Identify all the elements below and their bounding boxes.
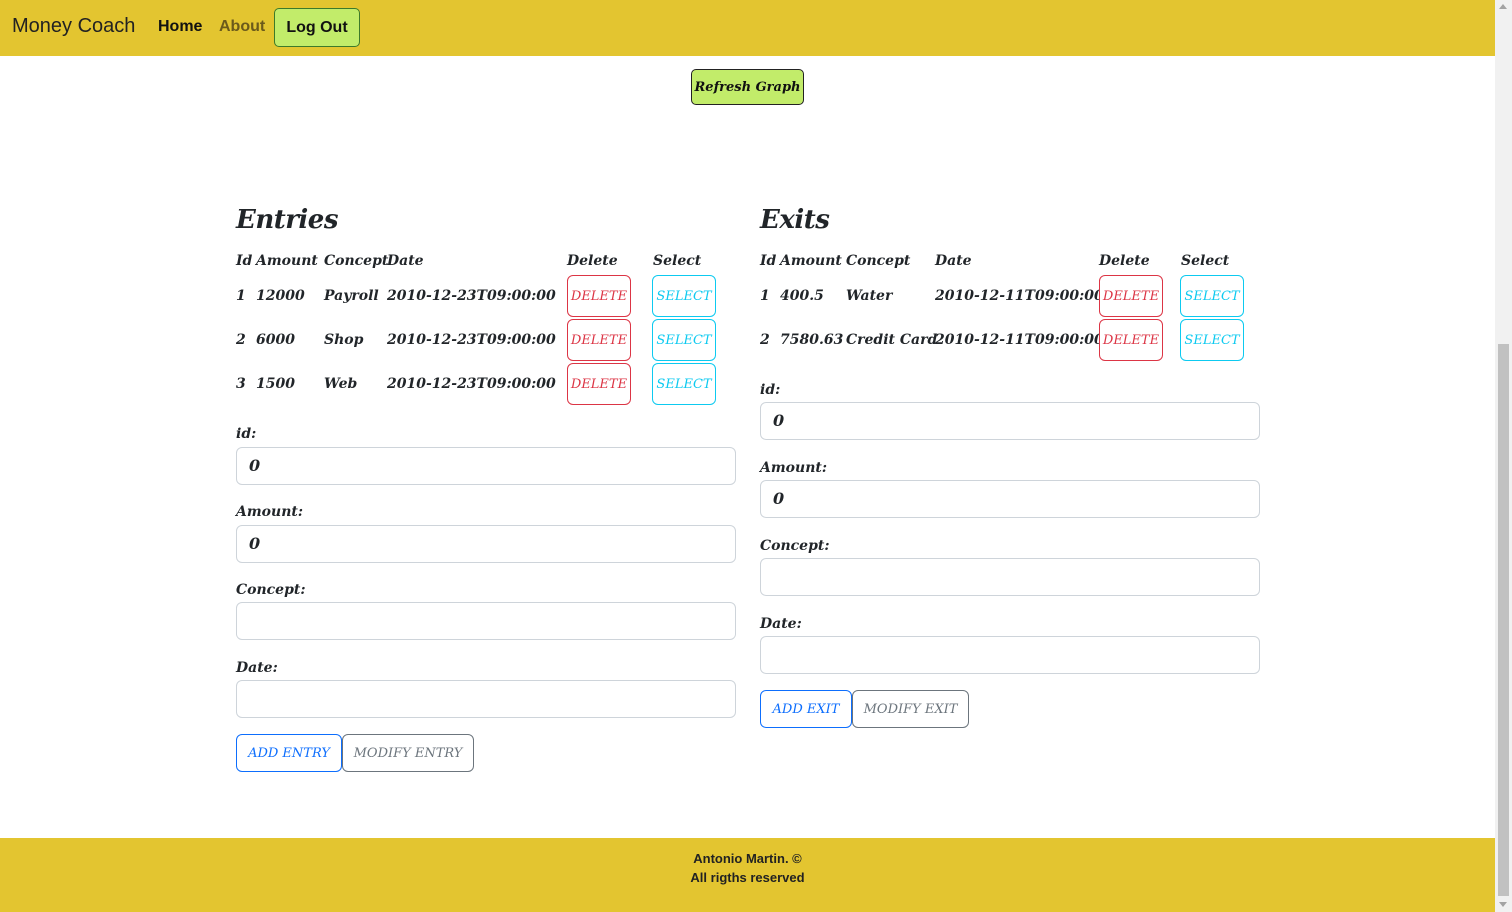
- exits-cell-date: 2010-12-11T09:00:00: [935, 332, 1104, 348]
- entries-amount-label: Amount:: [236, 504, 304, 520]
- entries-cell-date: 2010-12-23T09:00:00: [387, 332, 556, 348]
- modify-exit-button[interactable]: MODIFY EXIT: [852, 690, 969, 728]
- exits-amount-label: Amount:: [760, 460, 828, 476]
- entries-header-date: Date: [387, 253, 424, 269]
- entries-cell-amount: 12000: [256, 288, 305, 304]
- exits-cell-id: 1: [760, 288, 770, 304]
- exits-cell-concept: Credit Card: [846, 332, 938, 348]
- exits-cell-concept: Water: [846, 288, 893, 304]
- entries-cell-amount: 6000: [256, 332, 295, 348]
- scroll-down-arrow-icon[interactable]: [1499, 902, 1507, 907]
- scrollbar-thumb[interactable]: [1498, 344, 1509, 896]
- entries-cell-concept: Shop: [324, 332, 364, 348]
- exits-header-id: Id: [760, 253, 777, 269]
- exits-title: Exits: [760, 205, 830, 235]
- entries-section: Entries Id Amount Concept Date Delete Se…: [236, 205, 736, 772]
- entries-header-select: Select: [653, 253, 702, 269]
- exits-id-input[interactable]: 0: [760, 402, 1260, 440]
- entries-cell-date: 2010-12-23T09:00:00: [387, 288, 556, 304]
- entries-cell-id: 1: [236, 288, 246, 304]
- add-entry-button[interactable]: ADD ENTRY: [236, 734, 342, 772]
- entries-select-button[interactable]: SELECT: [652, 363, 716, 405]
- entries-date-input[interactable]: [236, 680, 736, 718]
- exits-concept-label: Concept:: [760, 538, 830, 554]
- exits-header-amount: Amount: [780, 253, 842, 269]
- entries-header-delete: Delete: [567, 253, 618, 269]
- exits-cell-amount: 400.5: [780, 288, 824, 304]
- exits-date-input[interactable]: [760, 636, 1260, 674]
- exits-concept-input[interactable]: [760, 558, 1260, 596]
- exits-section: Exits Id Amount Concept Date Delete Sele…: [760, 205, 1260, 728]
- entries-header-concept: Concept: [324, 253, 389, 269]
- entries-select-button[interactable]: SELECT: [652, 275, 716, 317]
- exits-cell-date: 2010-12-11T09:00:00: [935, 288, 1104, 304]
- entries-cell-concept: Web: [324, 376, 358, 392]
- exits-cell-amount: 7580.63: [780, 332, 844, 348]
- entries-delete-button[interactable]: DELETE: [567, 363, 631, 405]
- logout-button[interactable]: Log Out: [274, 8, 360, 47]
- brand-link[interactable]: Money Coach: [12, 15, 135, 38]
- entries-date-label: Date:: [236, 660, 278, 676]
- exits-delete-button[interactable]: DELETE: [1099, 275, 1163, 317]
- entries-cell-id: 2: [236, 332, 246, 348]
- footer-author: Antonio Martin. ©: [693, 851, 802, 866]
- exits-header-delete: Delete: [1099, 253, 1150, 269]
- exits-amount-input[interactable]: 0: [760, 480, 1260, 518]
- add-exit-button[interactable]: ADD EXIT: [760, 690, 852, 728]
- entries-id-input[interactable]: 0: [236, 447, 736, 485]
- entries-amount-input[interactable]: 0: [236, 525, 736, 563]
- nav-about-link[interactable]: About: [219, 18, 265, 36]
- footer: Antonio Martin. © All rigths reserved: [0, 838, 1495, 912]
- entries-concept-label: Concept:: [236, 582, 306, 598]
- entries-cell-date: 2010-12-23T09:00:00: [387, 376, 556, 392]
- exits-header-concept: Concept: [846, 253, 911, 269]
- entries-cell-concept: Payroll: [324, 288, 379, 304]
- entries-id-label: id:: [236, 426, 257, 442]
- exits-header-date: Date: [935, 253, 972, 269]
- exits-delete-button[interactable]: DELETE: [1099, 319, 1163, 361]
- exits-date-label: Date:: [760, 616, 802, 632]
- scroll-up-arrow-icon[interactable]: [1499, 4, 1507, 9]
- entries-concept-input[interactable]: [236, 602, 736, 640]
- exits-id-label: id:: [760, 382, 781, 398]
- navbar: Money Coach Home About Log Out: [0, 0, 1495, 56]
- footer-rights: All rigths reserved: [690, 870, 805, 885]
- entries-title: Entries: [236, 205, 339, 235]
- entries-header-id: Id: [236, 253, 253, 269]
- entries-cell-id: 3: [236, 376, 246, 392]
- nav-home-link[interactable]: Home: [158, 18, 202, 36]
- exits-header-select: Select: [1181, 253, 1230, 269]
- entries-cell-amount: 1500: [256, 376, 295, 392]
- exits-cell-id: 2: [760, 332, 770, 348]
- entries-delete-button[interactable]: DELETE: [567, 275, 631, 317]
- entries-header-amount: Amount: [256, 253, 318, 269]
- entries-select-button[interactable]: SELECT: [652, 319, 716, 361]
- refresh-graph-button[interactable]: Refresh Graph: [691, 69, 804, 105]
- exits-select-button[interactable]: SELECT: [1180, 275, 1244, 317]
- entries-delete-button[interactable]: DELETE: [567, 319, 631, 361]
- modify-entry-button[interactable]: MODIFY ENTRY: [342, 734, 474, 772]
- exits-select-button[interactable]: SELECT: [1180, 319, 1244, 361]
